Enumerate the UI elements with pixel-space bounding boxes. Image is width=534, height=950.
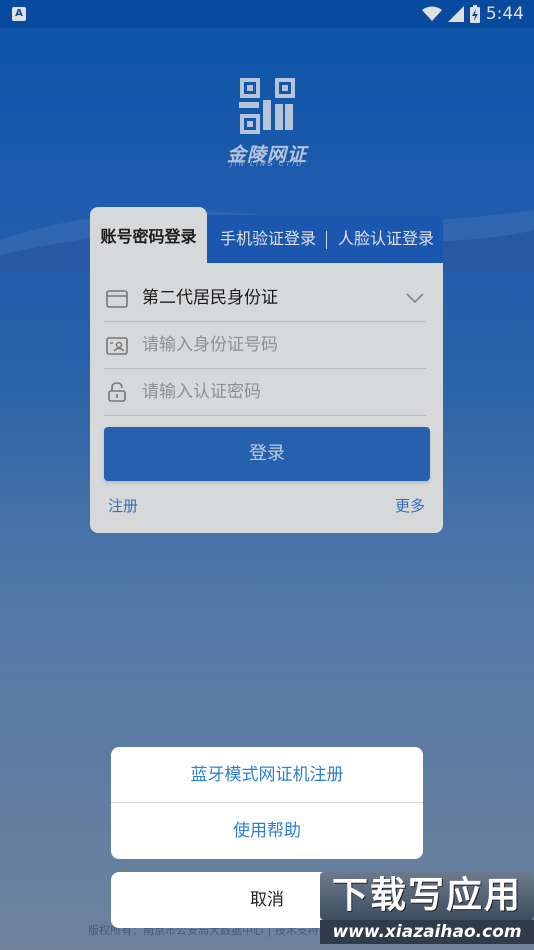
site-watermark: 下载写应用 www.xiazaihao.com	[320, 872, 534, 944]
bluetooth-register-option[interactable]: 蓝牙模式网证机注册	[111, 747, 423, 802]
action-sheet: 蓝牙模式网证机注册 使用帮助	[111, 747, 423, 859]
help-option[interactable]: 使用帮助	[111, 803, 423, 858]
watermark-url: www.xiazaihao.com	[320, 920, 534, 944]
watermark-title: 下载写应用	[320, 872, 534, 920]
